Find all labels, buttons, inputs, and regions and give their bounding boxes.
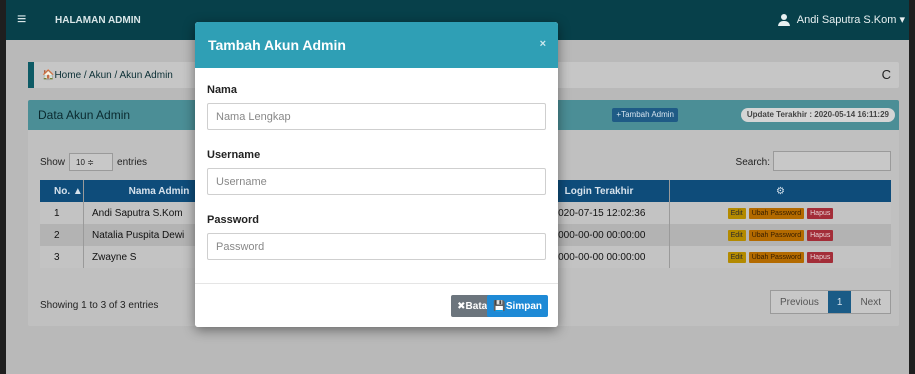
name-field[interactable]	[207, 103, 546, 130]
column-action-gear-icon: ⚙	[669, 180, 891, 202]
search-input[interactable]	[773, 151, 891, 171]
change-password-button[interactable]: Ubah Password	[748, 229, 805, 241]
edit-button[interactable]: Edit	[727, 251, 746, 263]
password-label: Password	[207, 214, 259, 226]
entries-label: entries	[117, 156, 148, 168]
name-label: Nama	[207, 84, 237, 96]
modal-footer: ✖Batal 💾Simpan	[195, 283, 558, 327]
previous-page-button[interactable]: Previous	[771, 291, 828, 313]
add-admin-modal: Tambah Akun Admin × Nama Username Passwo…	[195, 22, 558, 327]
add-admin-button[interactable]: +Tambah Admin	[612, 108, 678, 122]
search-label: Search:	[735, 157, 770, 168]
show-entries-control: Show 10 ≑ entries	[40, 153, 147, 171]
hamburger-icon[interactable]: ≡	[17, 11, 37, 29]
brand-title: HALAMAN ADMIN	[55, 14, 141, 26]
page-1-button[interactable]: 1	[827, 291, 852, 313]
user-icon	[777, 13, 791, 26]
user-name: Andi Saputra S.Kom ▾	[796, 14, 905, 26]
change-password-button[interactable]: Ubah Password	[748, 251, 805, 263]
row-no: 1	[40, 202, 84, 224]
update-badge: Update Terakhir : 2020-05-14 16:11:29	[740, 108, 895, 122]
username-field[interactable]	[207, 168, 546, 195]
row-actions: Edit Ubah Password Hapus	[669, 224, 891, 246]
showing-info: Showing 1 to 3 of 3 entries	[40, 300, 159, 311]
password-field[interactable]	[207, 233, 546, 260]
panel-title: Data Akun Admin	[38, 108, 131, 122]
window-frame-right	[909, 0, 915, 374]
breadcrumb-accent	[28, 62, 34, 88]
modal-header: Tambah Akun Admin ×	[195, 22, 558, 68]
breadcrumb-text[interactable]: 🏠Home / Akun / Akun Admin	[42, 70, 173, 81]
delete-button[interactable]: Hapus	[807, 251, 834, 263]
change-password-button[interactable]: Ubah Password	[748, 207, 805, 219]
column-no[interactable]: No. ▲	[40, 180, 84, 202]
edit-button[interactable]: Edit	[727, 207, 746, 219]
entries-select[interactable]: 10 ≑	[69, 153, 114, 171]
next-page-button[interactable]: Next	[851, 291, 890, 313]
delete-button[interactable]: Hapus	[807, 207, 834, 219]
save-button[interactable]: 💾Simpan	[487, 295, 548, 317]
delete-button[interactable]: Hapus	[807, 229, 834, 241]
username-label: Username	[207, 149, 261, 161]
refresh-icon[interactable]: C	[882, 67, 891, 82]
row-actions: Edit Ubah Password Hapus	[669, 246, 891, 268]
row-actions: Edit Ubah Password Hapus	[669, 202, 891, 224]
show-label: Show	[40, 156, 66, 168]
edit-button[interactable]: Edit	[727, 229, 746, 241]
modal-body: Nama Username Password	[195, 68, 558, 279]
row-no: 3	[40, 246, 84, 268]
user-menu[interactable]: Andi Saputra S.Kom ▾	[777, 13, 905, 26]
modal-title: Tambah Akun Admin	[208, 37, 346, 53]
row-no: 2	[40, 224, 84, 246]
pagination: Previous 1 Next	[769, 290, 891, 314]
close-icon[interactable]: ×	[540, 38, 546, 50]
